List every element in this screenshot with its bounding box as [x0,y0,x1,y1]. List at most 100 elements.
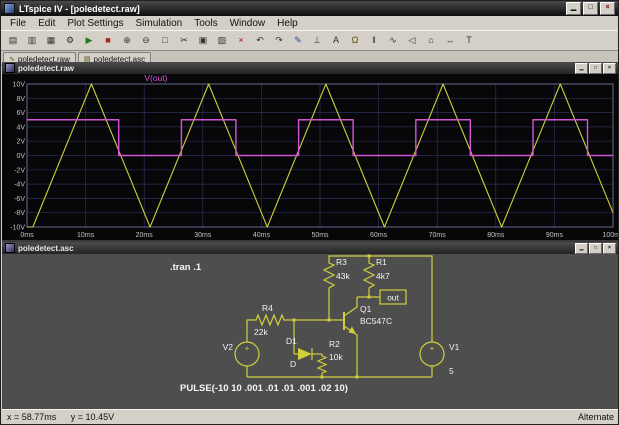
y-tick-label: -8V [14,210,25,217]
app-icon [4,3,15,14]
cursor-y-readout: y = 10.45V [71,412,114,422]
pulse-directive[interactable]: PULSE(-10 10 .001 .01 .01 .001 .02 10) [180,383,348,394]
waveform-window-title: poledetect.raw [18,64,74,73]
svg-text:+: + [245,344,250,353]
resistor-r3[interactable]: R3 43k [324,257,350,292]
toolbar-new-schematic-button[interactable]: ▤ [4,33,22,49]
child-close-button[interactable]: × [603,63,616,74]
minimize-button[interactable]: ▁ [566,2,581,15]
toolbar-save-button[interactable]: ▦ [42,33,60,49]
toolbar-undo-button[interactable]: ↶ [251,33,269,49]
schematic-canvas[interactable]: R3 43k R1 4k7 R4 22k R2 [2,254,619,411]
x-tick-label: 100ms [602,232,619,239]
cursor-x-readout: x = 58.77ms [7,412,56,422]
schematic-window: poledetect.asc ▁ □ × [2,242,619,411]
toolbar-open-button[interactable]: ▥ [23,33,41,49]
toolbar-wire-button[interactable]: ✎ [289,33,307,49]
toolbar-text-button[interactable]: T [460,33,478,49]
svg-text:V2: V2 [223,342,234,352]
trace-legend-vout[interactable]: V(out) [144,74,167,83]
svg-text:+: + [430,344,435,353]
schematic-window-icon [5,243,15,253]
toolbar-zoom-out-button[interactable]: ⊖ [137,33,155,49]
toolbar-cut-button[interactable]: ✂ [175,33,193,49]
child-minimize-button[interactable]: ▁ [575,243,588,254]
toolbar-ground-button[interactable]: ⊥ [308,33,326,49]
svg-text:4k7: 4k7 [376,271,390,281]
svg-text:10k: 10k [329,352,343,362]
menu-window[interactable]: Window [224,17,272,30]
child-close-button[interactable]: × [603,243,616,254]
schematic-title-bar[interactable]: poledetect.asc ▁ □ × [2,242,619,254]
svg-text:43k: 43k [336,271,350,281]
net-label-out[interactable]: out [380,290,406,304]
y-tick-label: 10V [13,82,26,89]
toolbar-delete-button[interactable]: × [232,33,250,49]
x-tick-label: 40ms [253,232,271,239]
svg-text:R4: R4 [262,303,273,313]
svg-text:R2: R2 [329,339,340,349]
toolbar-zoom-in-button[interactable]: ⊕ [118,33,136,49]
title-bar[interactable]: LTspice IV - [poledetect.raw] ▁ □ × [1,1,618,16]
toolbar-move-button[interactable]: ↔ [441,33,459,49]
maximize-button[interactable]: □ [583,2,598,15]
y-tick-label: 6V [16,110,25,117]
menu-file[interactable]: File [4,17,32,30]
waveform-window: poledetect.raw ▁ □ × 10V 8V 6V 4V 2V 0V -2V -4V… [2,62,619,240]
menu-plot-settings[interactable]: Plot Settings [61,17,129,30]
resistor-r2[interactable]: R2 10k [318,339,343,374]
diode-d1[interactable]: D1 D [286,336,312,369]
y-tick-label: 8V [16,96,25,103]
toolbar: ▤▥▦⚙▶■⊕⊖□✂▣▧×↶↷✎⊥AΩ‖∿◁⌂↔T [1,30,618,51]
svg-text:V1: V1 [449,342,460,352]
toolbar-control-panel-button[interactable]: ⚙ [61,33,79,49]
menu-help[interactable]: Help [271,17,304,30]
svg-text:out: out [387,293,399,303]
toolbar-redo-button[interactable]: ↷ [270,33,288,49]
waveform-title-bar[interactable]: poledetect.raw ▁ □ × [2,62,619,74]
x-tick-label: 70ms [429,232,447,239]
menu-tools[interactable]: Tools [188,17,223,30]
svg-text:D1: D1 [286,336,297,346]
close-button[interactable]: × [600,2,615,15]
menu-edit[interactable]: Edit [32,17,61,30]
x-tick-label: 90ms [546,232,564,239]
y-tick-label: 4V [16,124,25,131]
svg-text:Q1: Q1 [360,304,372,314]
waveform-plot[interactable]: 10V8V6V4V2V0V-2V-4V-6V-8V-10V0ms10ms20ms… [2,74,619,240]
toolbar-diode-button[interactable]: ◁ [403,33,421,49]
window-title: LTspice IV - [poledetect.raw] [19,4,140,14]
child-restore-button[interactable]: □ [589,63,602,74]
mdi-workspace: poledetect.raw ▁ □ × 10V 8V 6V 4V 2V 0V -2V -4V… [2,62,619,411]
x-tick-label: 50ms [311,232,329,239]
tran-directive[interactable]: .tran .1 [170,262,202,273]
menu-simulation[interactable]: Simulation [130,17,189,30]
svg-text:R1: R1 [376,257,387,267]
y-tick-label: -2V [14,167,25,174]
ltspice-window: LTspice IV - [poledetect.raw] ▁ □ × File… [0,0,619,425]
resistor-r1[interactable]: R1 4k7 [364,257,390,292]
toolbar-run-button[interactable]: ▶ [80,33,98,49]
toolbar-component-button[interactable]: ⌂ [422,33,440,49]
toolbar-label-button[interactable]: A [327,33,345,49]
toolbar-inductor-button[interactable]: ∿ [384,33,402,49]
svg-text:D: D [290,359,296,369]
toolbar-halt-button[interactable]: ■ [99,33,117,49]
y-tick-label: -4V [14,182,25,189]
voltage-source-v2[interactable]: + V2 [223,342,259,366]
y-tick-label: 2V [16,139,25,146]
x-tick-label: 0ms [20,232,34,239]
toolbar-copy-button[interactable]: ▣ [194,33,212,49]
resistor-r4[interactable]: R4 22k [254,303,286,337]
toolbar-paste-button[interactable]: ▧ [213,33,231,49]
y-tick-label: 0V [16,153,25,160]
child-restore-button[interactable]: □ [589,243,602,254]
voltage-source-v1[interactable]: + V1 5 [420,342,460,376]
child-minimize-button[interactable]: ▁ [575,63,588,74]
svg-text:22k: 22k [254,327,268,337]
toolbar-resistor-button[interactable]: Ω [346,33,364,49]
transistor-q1[interactable]: Q1 BC547C [344,297,392,377]
toolbar-zoom-full-button[interactable]: □ [156,33,174,49]
y-tick-label: -6V [14,196,25,203]
toolbar-capacitor-button[interactable]: ‖ [365,33,383,49]
